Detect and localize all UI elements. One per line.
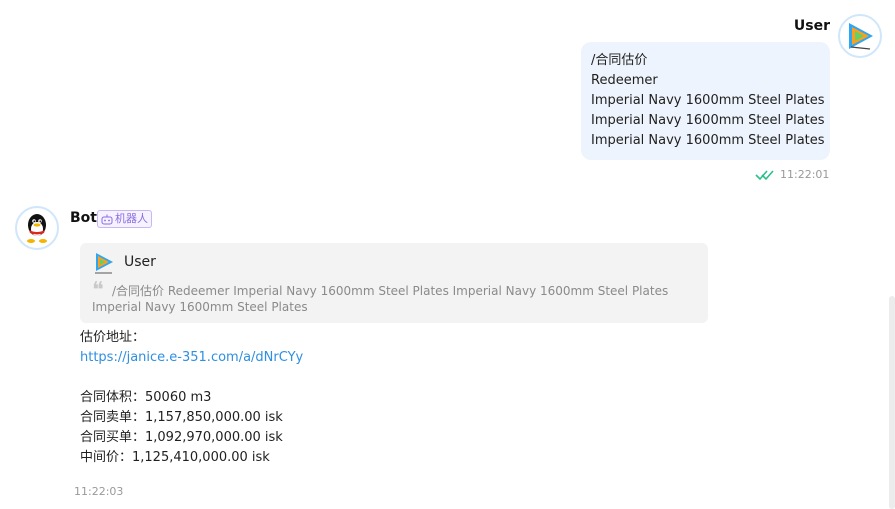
bot-message-time: 11:22:03 [74,485,124,498]
bot-avatar[interactable] [15,206,59,250]
estimate-address-label: 估价地址： [80,330,146,345]
contract-volume: 合同体积：50060 m3 [80,390,212,405]
user-message-bubble[interactable]: /合同估价 Redeemer Imperial Navy 1600mm Stee… [581,42,830,160]
estimate-link[interactable]: https://janice.e-351.com/a/dNrCYy [80,348,303,368]
tencent-video-logo-icon [849,23,873,50]
user-avatar[interactable] [838,14,882,58]
bot-sender-name: Bot [70,210,97,226]
user-message-line: Imperial Navy 1600mm Steel Plates [591,93,825,108]
user-message-line: Redeemer [591,73,658,88]
quoted-message-text: /合同估价 Redeemer Imperial Navy 1600mm Stee… [92,284,669,314]
mid-price: 中间价：1,125,410,000.00 isk [80,450,270,465]
double-check-icon [755,169,774,180]
user-message-line: /合同估价 [591,53,648,68]
robot-icon [101,214,113,224]
user-message-line: Imperial Navy 1600mm Steel Plates [591,133,825,148]
quoted-user-avatar [93,251,115,279]
scrollbar[interactable] [889,296,895,509]
bot-badge: 机器人 [97,210,152,228]
user-message-line: Imperial Navy 1600mm Steel Plates [591,113,825,128]
user-message-time: 11:22:01 [780,168,830,181]
user-message-status: 11:22:01 [755,168,829,181]
tencent-video-logo-icon [95,253,113,274]
contract-sell-price: 合同卖单：1,157,850,000.00 isk [80,410,283,425]
quoted-user-name: User [124,254,156,270]
contract-buy-price: 合同买单：1,092,970,000.00 isk [80,430,283,445]
bot-badge-label: 机器人 [115,212,148,225]
qq-penguin-logo-icon [27,214,47,243]
user-sender-name: User [793,18,830,34]
